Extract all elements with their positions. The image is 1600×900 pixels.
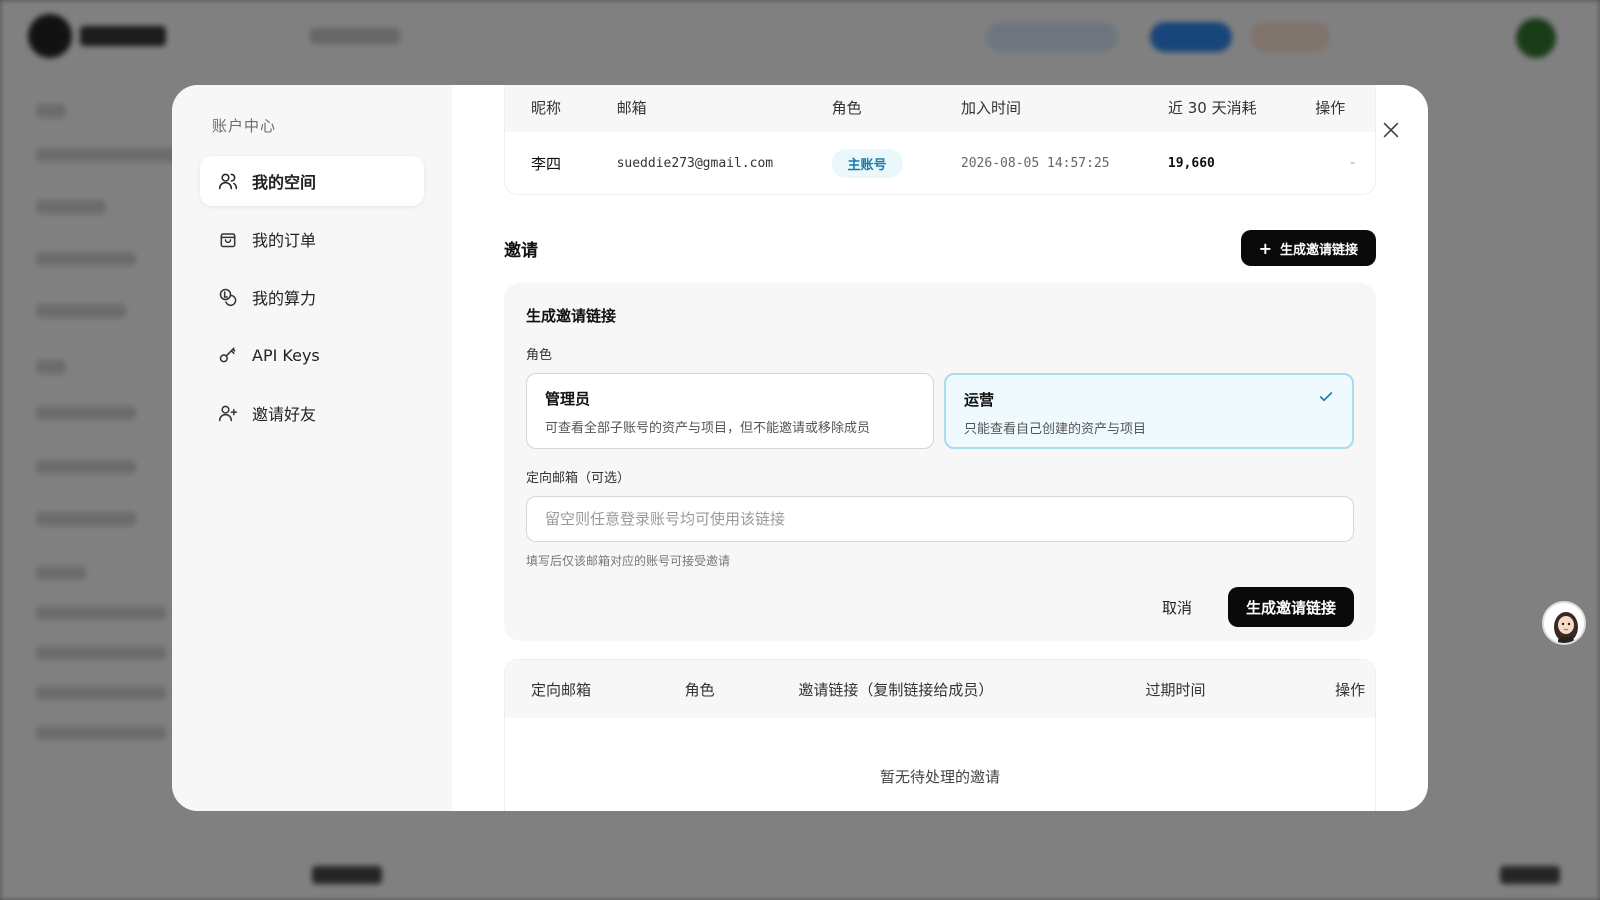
target-email-input[interactable] bbox=[526, 496, 1354, 542]
role-option-description: 只能查看自己创建的资产与项目 bbox=[964, 422, 1147, 437]
coins-icon bbox=[219, 288, 237, 307]
column-header-role: 角色 bbox=[831, 98, 862, 117]
pending-invites-table: 定向邮箱 角色 邀请链接（复制链接给成员） 过期时间 操作 暂无待处理的邀请 bbox=[504, 659, 1376, 811]
member-joined-time: 2026-08-05 14:57:25 bbox=[960, 155, 1110, 171]
role-option-description: 可查看全部子账号的资产与项目，但不能邀请或移除成员 bbox=[545, 421, 871, 436]
member-actions: - bbox=[1349, 155, 1355, 171]
target-email-label: 定向邮箱（可选） bbox=[526, 471, 631, 486]
sidebar-title: 账户中心 bbox=[212, 117, 277, 135]
checkmark-icon bbox=[1319, 392, 1333, 402]
generate-invite-form: 生成邀请链接 角色 管理员 可查看全部子账号的资产与项目，但不能邀请或移除成员 … bbox=[504, 283, 1376, 641]
role-option-name: 运营 bbox=[964, 391, 995, 409]
column-header-invite-link: 邀请链接（复制链接给成员） bbox=[798, 680, 994, 699]
sidebar-item-my-orders[interactable]: 我的订单 bbox=[200, 214, 424, 264]
empty-state: 暂无待处理的邀请 bbox=[879, 768, 1000, 786]
member-cost: 19,660 bbox=[1167, 155, 1215, 171]
sidebar-item-label: 我的算力 bbox=[252, 289, 317, 308]
sidebar-item-api-keys[interactable]: API Keys bbox=[200, 330, 424, 380]
column-header-joined: 加入时间 bbox=[960, 98, 1021, 117]
form-actions: 取消 生成邀请链接 bbox=[526, 587, 1354, 627]
sidebar-item-my-space[interactable]: 我的空间 bbox=[200, 156, 424, 206]
column-header-role: 角色 bbox=[684, 680, 715, 699]
column-header-nickname: 昵称 bbox=[531, 98, 562, 117]
sidebar-item-label: 邀请好友 bbox=[252, 405, 317, 424]
member-email: sueddie273@gmail.com bbox=[616, 155, 774, 171]
table-row: 李四 sueddie273@gmail.com 主账号 2026-08-05 1… bbox=[505, 132, 1375, 194]
modal-sidebar: 账户中心 我的空间 我的订单 我的算力 API Keys 邀请好友 bbox=[172, 85, 452, 811]
sidebar-item-label: API Keys bbox=[252, 345, 320, 365]
column-header-actions: 操作 bbox=[1335, 680, 1366, 699]
invites-table-header: 定向邮箱 角色 邀请链接（复制链接给成员） 过期时间 操作 bbox=[505, 660, 1375, 718]
email-hint: 填写后仅该邮箱对应的账号可接受邀请 bbox=[526, 554, 731, 568]
invite-title: 邀请 bbox=[504, 240, 538, 261]
account-center-modal: 账户中心 我的空间 我的订单 我的算力 API Keys 邀请好友 昵称 邮箱 … bbox=[172, 85, 1428, 811]
sidebar-item-label: 我的订单 bbox=[252, 231, 317, 250]
button-label: 生成邀请链接 bbox=[1279, 242, 1358, 258]
cancel-button[interactable]: 取消 bbox=[1148, 597, 1206, 618]
role-label: 角色 bbox=[526, 348, 553, 363]
invite-section-header: 邀请 + 生成邀请链接 bbox=[504, 229, 1376, 267]
column-header-target-email: 定向邮箱 bbox=[531, 680, 592, 699]
close-icon[interactable] bbox=[1380, 119, 1402, 141]
column-header-email: 邮箱 bbox=[616, 98, 647, 117]
role-option-admin[interactable]: 管理员 可查看全部子账号的资产与项目，但不能邀请或移除成员 bbox=[526, 373, 934, 449]
modal-main: 昵称 邮箱 角色 加入时间 近 30 天消耗 操作 李四 sueddie273@… bbox=[452, 85, 1428, 811]
column-header-actions: 操作 bbox=[1315, 98, 1346, 117]
members-table-header: 昵称 邮箱 角色 加入时间 近 30 天消耗 操作 bbox=[505, 85, 1375, 132]
member-nickname: 李四 bbox=[531, 154, 562, 173]
generate-invite-link-button[interactable]: + 生成邀请链接 bbox=[1240, 230, 1376, 266]
role-options: 管理员 可查看全部子账号的资产与项目，但不能邀请或移除成员 运营 只能查看自己创… bbox=[526, 373, 1354, 449]
column-header-cost: 近 30 天消耗 bbox=[1167, 98, 1257, 117]
form-title: 生成邀请链接 bbox=[526, 307, 617, 325]
submit-generate-link-button[interactable]: 生成邀请链接 bbox=[1227, 587, 1354, 627]
user-plus-icon bbox=[218, 405, 238, 422]
role-option-operator[interactable]: 运营 只能查看自己创建的资产与项目 bbox=[944, 373, 1354, 449]
column-header-expires: 过期时间 bbox=[1145, 680, 1206, 699]
sidebar-item-invite-friends[interactable]: 邀请好友 bbox=[200, 388, 424, 438]
shopping-bag-icon bbox=[220, 233, 236, 248]
sidebar-item-label: 我的空间 bbox=[252, 173, 317, 192]
sidebar-item-my-compute[interactable]: 我的算力 bbox=[200, 272, 424, 322]
member-role-cell: 主账号 bbox=[831, 148, 961, 178]
assistant-avatar[interactable] bbox=[1542, 601, 1586, 645]
role-option-name: 管理员 bbox=[545, 390, 591, 408]
plus-icon: + bbox=[1258, 238, 1272, 258]
members-table: 昵称 邮箱 角色 加入时间 近 30 天消耗 操作 李四 sueddie273@… bbox=[504, 85, 1376, 195]
status-badge: 主账号 bbox=[831, 148, 903, 178]
users-icon bbox=[218, 173, 238, 190]
key-icon bbox=[219, 347, 236, 363]
